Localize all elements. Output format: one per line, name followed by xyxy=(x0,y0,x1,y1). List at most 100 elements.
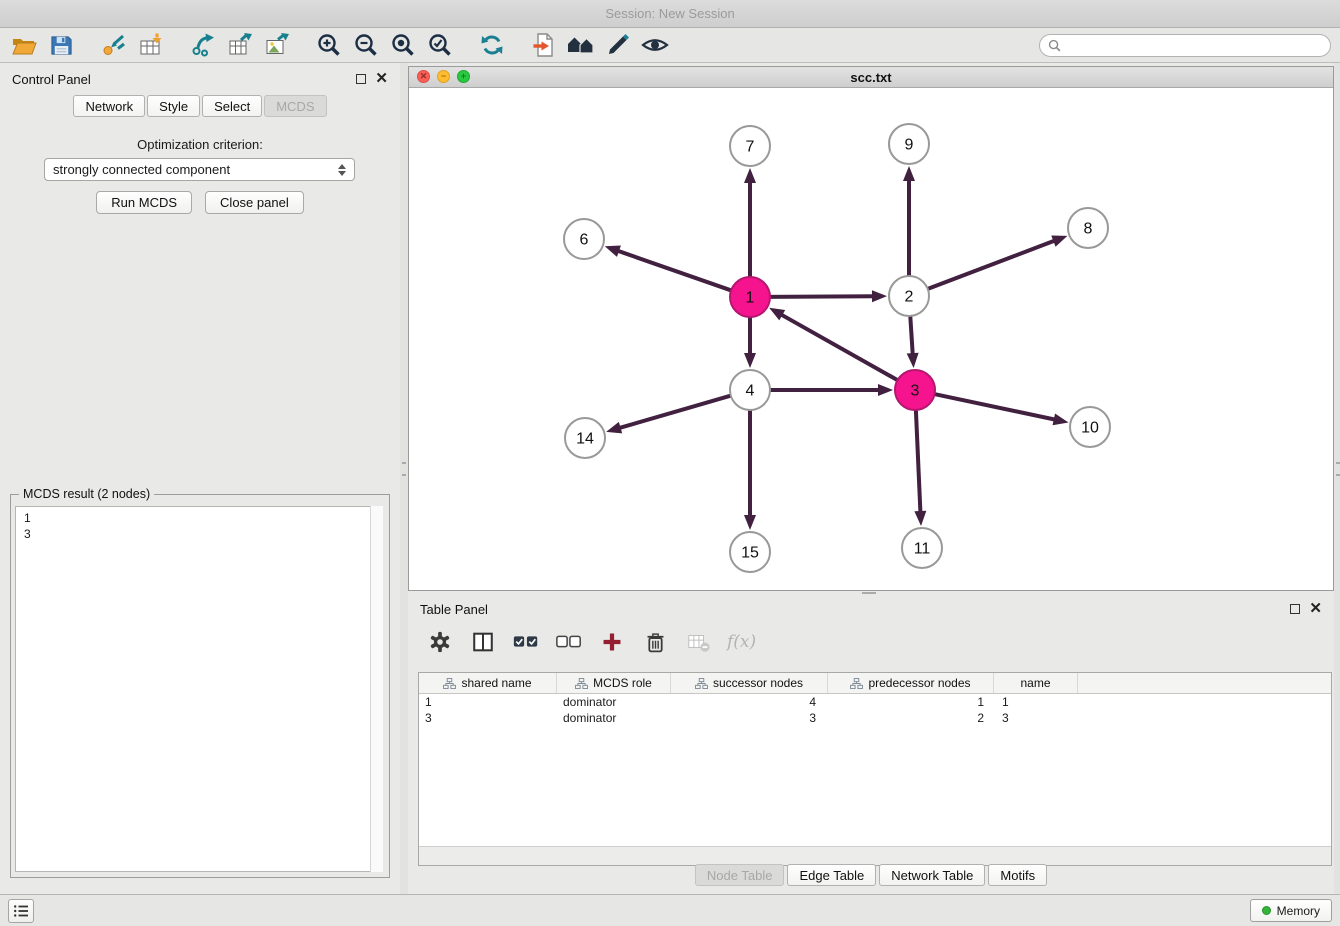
tab-edge-table[interactable]: Edge Table xyxy=(787,864,876,886)
graph-edge-arrowhead xyxy=(744,168,756,183)
right-edge-splitter[interactable] xyxy=(1334,63,1340,894)
table-panel-close-icon[interactable]: ✕ xyxy=(1309,604,1322,614)
column-header-shared-name[interactable]: shared name xyxy=(419,673,557,693)
zoom-fit-button[interactable] xyxy=(384,30,421,61)
save-session-button[interactable] xyxy=(43,30,80,61)
table-panel-header: Table Panel ✕ xyxy=(408,597,1334,621)
network-canvas[interactable]: 7968124314101511 xyxy=(409,88,1333,590)
control-panel-tabs: Network Style Select MCDS xyxy=(0,95,400,117)
export-table-button[interactable] xyxy=(221,30,258,61)
add-column-button[interactable] xyxy=(598,628,626,656)
run-mcds-button[interactable]: Run MCDS xyxy=(96,191,192,214)
import-network-button[interactable] xyxy=(95,30,132,61)
status-bar: Memory xyxy=(0,894,1340,926)
zoom-selected-icon xyxy=(427,32,453,58)
cell-predecessor-nodes: 1 xyxy=(828,694,994,710)
memory-button[interactable]: Memory xyxy=(1250,899,1332,922)
graph-edge-3-10[interactable] xyxy=(933,394,1056,420)
table-panel: Table Panel ✕ xyxy=(408,597,1334,888)
mcds-result-title: MCDS result (2 nodes) xyxy=(19,487,154,501)
cell-shared-name: 3 xyxy=(419,710,557,726)
horizontal-splitter-grip[interactable] xyxy=(862,592,876,595)
home-button[interactable] xyxy=(562,30,599,61)
open-session-file-button[interactable] xyxy=(525,30,562,61)
control-panel-header: Control Panel ✕ xyxy=(0,63,400,95)
style-brush-button[interactable] xyxy=(599,30,636,61)
graph-edge-arrowhead xyxy=(606,422,622,434)
open-folder-icon xyxy=(11,33,38,58)
tab-node-table[interactable]: Node Table xyxy=(695,864,785,886)
column-label: predecessor nodes xyxy=(868,676,970,690)
toolbar-search-box[interactable] xyxy=(1039,34,1331,57)
column-label: name xyxy=(1020,676,1050,690)
select-all-columns-button[interactable] xyxy=(512,628,540,656)
graph-edge-2-8[interactable] xyxy=(926,240,1055,289)
table-horizontal-scrollbar[interactable] xyxy=(419,846,1331,865)
zoom-selected-button[interactable] xyxy=(421,30,458,61)
status-menu-button[interactable] xyxy=(8,899,34,923)
window-title-bar: Session: New Session xyxy=(0,0,1340,28)
mcds-result-text-area[interactable]: 1 3 xyxy=(15,506,383,872)
table-toolbar: f(x) xyxy=(408,621,1334,663)
control-panel-float-icon[interactable] xyxy=(356,74,366,84)
tab-mcds[interactable]: MCDS xyxy=(264,95,326,117)
criterion-dropdown[interactable]: strongly connected component xyxy=(44,158,355,181)
mcds-result-scrollbar[interactable] xyxy=(370,506,383,872)
column-label: MCDS role xyxy=(593,676,652,690)
table-row[interactable]: 1 dominator 4 1 1 xyxy=(419,694,1331,710)
graph-edge-3-11[interactable] xyxy=(916,408,921,513)
import-table-button[interactable] xyxy=(132,30,169,61)
close-panel-button[interactable]: Close panel xyxy=(205,191,304,214)
graph-node-label-6: 6 xyxy=(580,232,589,249)
search-input[interactable] xyxy=(1066,39,1322,53)
tab-select[interactable]: Select xyxy=(202,95,262,117)
vertical-splitter[interactable] xyxy=(400,63,408,894)
remove-table-icon xyxy=(686,630,711,654)
trash-icon xyxy=(644,631,667,654)
open-file-button[interactable] xyxy=(6,30,43,61)
brush-icon xyxy=(605,32,631,58)
cell-mcds-role: dominator xyxy=(557,694,671,710)
tab-network[interactable]: Network xyxy=(73,95,145,117)
cell-name: 1 xyxy=(994,694,1078,710)
graph-node-label-15: 15 xyxy=(741,545,759,562)
zoom-out-button[interactable] xyxy=(347,30,384,61)
function-builder-button-disabled: f(x) xyxy=(727,632,756,652)
tab-motifs[interactable]: Motifs xyxy=(988,864,1047,886)
column-header-successor-nodes[interactable]: successor nodes xyxy=(671,673,828,693)
delete-table-button-disabled xyxy=(684,628,712,656)
table-row[interactable]: 3 dominator 3 2 3 xyxy=(419,710,1331,726)
export-network-button[interactable] xyxy=(184,30,221,61)
delete-column-button[interactable] xyxy=(641,628,669,656)
column-header-name[interactable]: name xyxy=(994,673,1078,693)
zoom-traffic-light[interactable]: + xyxy=(457,70,470,83)
cell-mcds-role: dominator xyxy=(557,710,671,726)
table-panel-tabs: Node Table Edge Table Network Table Moti… xyxy=(408,864,1334,888)
split-columns-button[interactable] xyxy=(469,628,497,656)
network-graph-svg[interactable]: 7968124314101511 xyxy=(409,88,1333,590)
tab-network-table[interactable]: Network Table xyxy=(879,864,985,886)
window-title: Session: New Session xyxy=(605,6,734,21)
refresh-layout-button[interactable] xyxy=(473,30,510,61)
export-image-button[interactable] xyxy=(258,30,295,61)
graph-edge-1-6[interactable] xyxy=(617,251,733,292)
table-settings-button[interactable] xyxy=(426,628,454,656)
graph-edge-4-14[interactable] xyxy=(619,395,733,428)
network-window: ✕ − + scc.txt 7968124314101511 xyxy=(408,66,1334,591)
deselect-all-columns-button[interactable] xyxy=(555,628,583,656)
column-header-predecessor-nodes[interactable]: predecessor nodes xyxy=(828,673,994,693)
graph-edge-1-2[interactable] xyxy=(768,296,874,297)
zoom-in-button[interactable] xyxy=(310,30,347,61)
graph-edge-3-1[interactable] xyxy=(780,314,899,381)
column-header-mcds-role[interactable]: MCDS role xyxy=(557,673,671,693)
graph-node-label-3: 3 xyxy=(911,383,920,400)
tab-style[interactable]: Style xyxy=(147,95,200,117)
minimize-traffic-light[interactable]: − xyxy=(437,70,450,83)
table-header-row: shared name MCDS role successor nodes pr… xyxy=(419,673,1331,694)
show-hide-button[interactable] xyxy=(636,30,673,61)
close-traffic-light[interactable]: ✕ xyxy=(417,70,430,83)
graph-edge-2-3[interactable] xyxy=(910,314,913,355)
table-panel-float-icon[interactable] xyxy=(1290,604,1300,614)
refresh-icon xyxy=(479,32,505,58)
control-panel-close-icon[interactable]: ✕ xyxy=(375,74,388,84)
